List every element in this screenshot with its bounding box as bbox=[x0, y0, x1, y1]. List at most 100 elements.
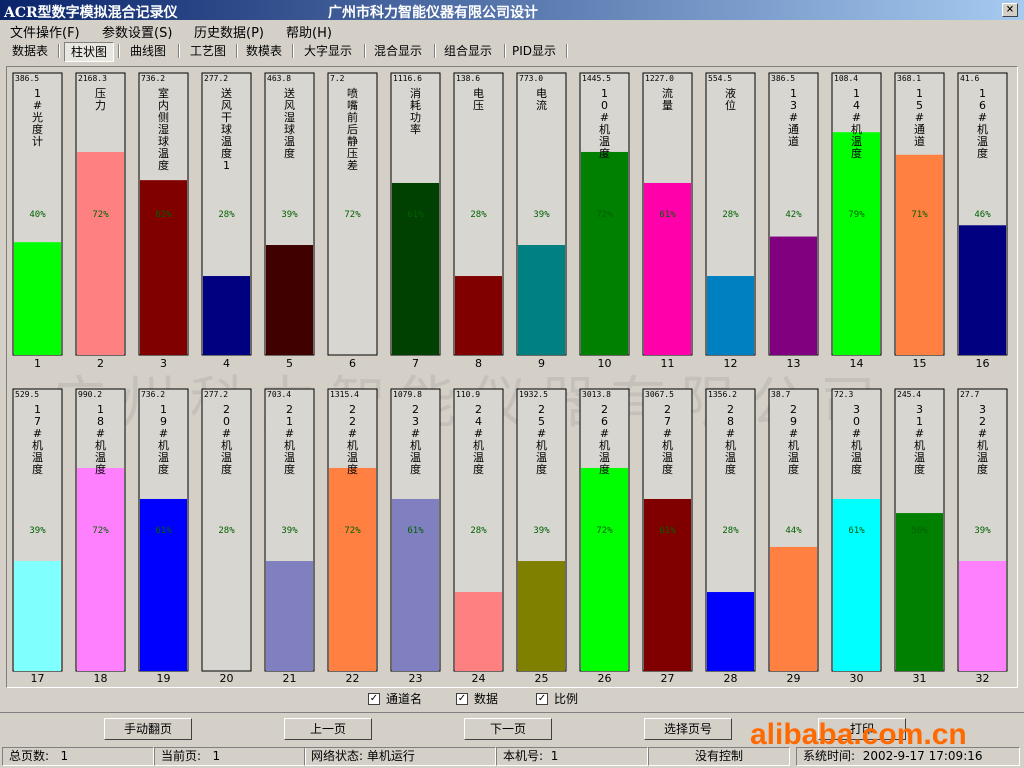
channel-name-char: 机 bbox=[851, 122, 862, 136]
channel-number-label: 24 bbox=[472, 672, 486, 685]
value-label: 1932.5 bbox=[519, 390, 548, 399]
bar bbox=[518, 245, 565, 355]
bar bbox=[959, 561, 1006, 671]
status-network: 网络状态: 单机运行 bbox=[304, 747, 496, 766]
percent-label: 61% bbox=[407, 526, 424, 536]
channel-name-char: 度 bbox=[536, 462, 547, 476]
value-label: 1079.8 bbox=[393, 390, 422, 399]
value-label: 138.6 bbox=[456, 74, 480, 83]
value-label: 3067.5 bbox=[645, 390, 674, 399]
channel-name-char: 送 bbox=[221, 86, 232, 100]
channel-number-label: 12 bbox=[724, 357, 738, 370]
value-label: 27.7 bbox=[960, 390, 979, 399]
status-control: 没有控制 bbox=[648, 747, 790, 766]
percent-label: 72% bbox=[344, 210, 361, 220]
bar bbox=[392, 182, 439, 355]
percent-label: 61% bbox=[155, 526, 172, 536]
channel-number-label: 13 bbox=[787, 357, 801, 370]
option-data[interactable]: ✓ 数据 bbox=[456, 690, 498, 707]
value-label: 773.0 bbox=[519, 74, 543, 83]
bar bbox=[770, 236, 817, 355]
value-label: 110.9 bbox=[456, 390, 480, 399]
channel-name-char: 度 bbox=[410, 462, 421, 476]
value-label: 277.2 bbox=[204, 74, 228, 83]
bar bbox=[833, 498, 880, 671]
channel-name-char: 度 bbox=[221, 462, 232, 476]
channel-name-char: 度 bbox=[977, 462, 988, 476]
checkbox[interactable]: ✓ bbox=[536, 692, 548, 705]
checkbox[interactable]: ✓ bbox=[368, 692, 380, 705]
channel-name-char: 度 bbox=[662, 462, 673, 476]
percent-label: 42% bbox=[785, 210, 802, 220]
value-label: 736.2 bbox=[141, 390, 165, 399]
bar bbox=[329, 467, 376, 671]
bar bbox=[518, 561, 565, 671]
percent-label: 46% bbox=[974, 210, 991, 220]
channel-number-label: 23 bbox=[409, 672, 423, 685]
option-label: 通道名 bbox=[386, 692, 423, 706]
channel-name-char: 量 bbox=[662, 99, 673, 112]
percent-label: 56% bbox=[911, 526, 928, 536]
channel-number-label: 25 bbox=[535, 672, 549, 685]
option-ratio[interactable]: ✓ 比例 bbox=[536, 690, 578, 707]
manual-page-button[interactable]: 手动翻页 bbox=[104, 718, 192, 740]
bar bbox=[833, 132, 880, 355]
channel-name-char: 差 bbox=[347, 158, 358, 172]
percent-label: 72% bbox=[92, 526, 109, 536]
percent-label: 28% bbox=[722, 210, 739, 220]
select-page-button[interactable]: 选择页号 bbox=[644, 718, 732, 740]
channel-number-label: 22 bbox=[346, 672, 360, 685]
channel-name-char: 机 bbox=[158, 438, 169, 452]
channel-number-label: 8 bbox=[475, 357, 482, 370]
percent-label: 39% bbox=[533, 210, 550, 220]
value-label: 386.5 bbox=[15, 74, 39, 83]
channel-name-char: 流 bbox=[536, 98, 547, 112]
percent-label: 72% bbox=[344, 526, 361, 536]
channel-name-char: 压 bbox=[473, 99, 484, 112]
value-label: 529.5 bbox=[15, 390, 39, 399]
percent-label: 61% bbox=[659, 210, 676, 220]
channel-name-char: 度 bbox=[347, 462, 358, 476]
percent-label: 72% bbox=[92, 210, 109, 220]
checkbox[interactable]: ✓ bbox=[456, 692, 468, 705]
channel-name-char: 机 bbox=[599, 438, 610, 452]
prev-page-button[interactable]: 上一页 bbox=[284, 718, 372, 740]
channel-name-char: 度 bbox=[725, 462, 736, 476]
bar bbox=[392, 498, 439, 671]
channel-name-char: 机 bbox=[32, 438, 43, 452]
value-label: 1445.5 bbox=[582, 74, 611, 83]
channel-name-char: 度 bbox=[221, 146, 232, 160]
channel-name-char: 道 bbox=[914, 134, 925, 148]
channel-name-char: 机 bbox=[599, 122, 610, 136]
channel-name-char: 球 bbox=[284, 122, 295, 136]
bar bbox=[959, 225, 1006, 355]
bar-chart: 386.51#光度计40%12168.3压力72%2736.2室内侧湿球温度62… bbox=[12, 72, 1008, 685]
percent-label: 61% bbox=[659, 526, 676, 536]
bar bbox=[581, 467, 628, 671]
bar bbox=[140, 498, 187, 671]
channel-name-char: 机 bbox=[536, 438, 547, 452]
status-bar: 总页数: 1 当前页: 1 网络状态: 单机运行 本机号: 1 没有控制 系统时… bbox=[0, 745, 1024, 767]
percent-label: 40% bbox=[29, 210, 46, 220]
channel-name-char: 道 bbox=[788, 134, 799, 148]
channel-number-label: 2 bbox=[97, 357, 104, 370]
value-label: 736.2 bbox=[141, 74, 165, 83]
bar bbox=[77, 467, 124, 671]
next-page-button[interactable]: 下一页 bbox=[464, 718, 552, 740]
value-label: 554.5 bbox=[708, 74, 732, 83]
channel-name-char: 度 bbox=[32, 122, 43, 136]
bar bbox=[896, 154, 943, 355]
percent-label: 39% bbox=[974, 526, 991, 536]
channel-number-label: 29 bbox=[787, 672, 801, 685]
bar bbox=[77, 151, 124, 355]
percent-label: 39% bbox=[281, 526, 298, 536]
percent-label: 28% bbox=[722, 526, 739, 536]
channel-name-char: 度 bbox=[158, 158, 169, 172]
option-channel-name[interactable]: ✓ 通道名 bbox=[368, 690, 422, 707]
channel-name-char: 机 bbox=[977, 438, 988, 452]
channel-name-char: 度 bbox=[851, 146, 862, 160]
status-time: 系统时间: 2002-9-17 17:09:16 bbox=[796, 747, 1020, 766]
channel-name-char: 机 bbox=[662, 438, 673, 452]
channel-number-label: 10 bbox=[598, 357, 612, 370]
channel-name-char: 度 bbox=[284, 146, 295, 160]
